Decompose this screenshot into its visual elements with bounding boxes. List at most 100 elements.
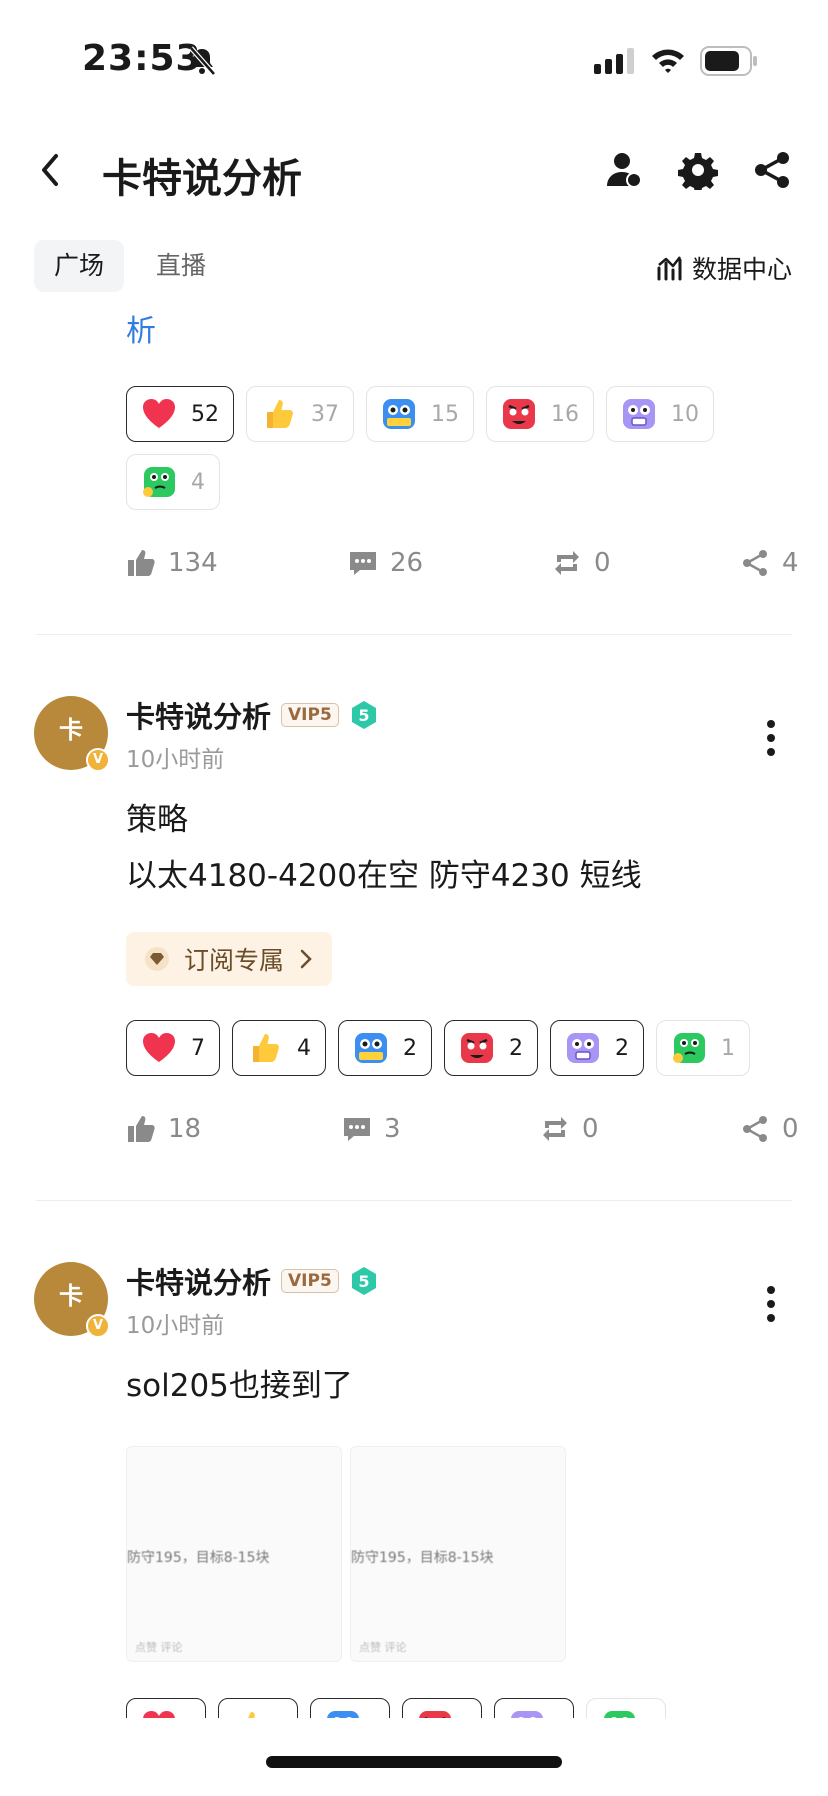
comment-button[interactable]: 26 <box>348 548 423 578</box>
level-badge-icon: 5 <box>351 1267 376 1295</box>
chart-icon <box>657 256 682 281</box>
gear-icon[interactable] <box>678 150 718 190</box>
post-text-link[interactable]: 析 <box>126 306 156 350</box>
more-options-icon[interactable] <box>764 1284 778 1324</box>
green-thinking-emoji-icon <box>141 464 177 500</box>
reaction-chip[interactable] <box>494 1698 574 1720</box>
purple-shock-emoji-icon <box>565 1030 601 1066</box>
post-action-bar: 134 26 0 4 <box>126 548 799 588</box>
reaction-count: 15 <box>431 401 459 427</box>
share-small-icon <box>743 1116 767 1142</box>
feed-tabs: 广场 直播 数据中心 <box>0 240 828 296</box>
subscribe-exclusive-button[interactable]: 订阅专属 <box>126 932 333 986</box>
reaction-chip[interactable]: 37 <box>246 386 354 442</box>
reaction-chip[interactable]: 15 <box>366 386 474 442</box>
back-arrow-icon[interactable] <box>36 150 64 190</box>
post-divider <box>36 1200 792 1201</box>
like-button[interactable]: 134 <box>126 548 218 578</box>
status-bar: 23:53 <box>0 0 828 120</box>
hodl-robot-emoji-icon <box>381 396 417 432</box>
reaction-count: 4 <box>191 469 205 495</box>
heart-icon <box>141 396 177 432</box>
page-title: 卡特说分析 <box>102 156 302 202</box>
cellular-signal-icon <box>594 48 634 74</box>
angry-red-emoji-icon <box>459 1030 495 1066</box>
reaction-chip[interactable]: 52 <box>126 386 234 442</box>
data-center-label: 数据中心 <box>691 255 792 284</box>
post-author[interactable]: 卡特说分析 VIP5 5 <box>126 694 379 736</box>
user-profile-icon[interactable] <box>604 150 644 190</box>
comment-icon <box>344 1118 370 1141</box>
svg-text:5: 5 <box>358 1272 369 1291</box>
reaction-count: 37 <box>311 401 339 427</box>
vip-badge: VIP5 <box>281 703 339 727</box>
post-image[interactable]: 防守195，目标8-15块 点赞 评论 <box>126 1446 342 1662</box>
reaction-chip[interactable] <box>402 1698 482 1720</box>
share-small-icon <box>743 550 767 576</box>
avatar[interactable]: 卡 V <box>34 696 110 772</box>
reaction-chip[interactable]: 7 <box>126 1020 220 1076</box>
post-line: 策略 <box>126 802 188 838</box>
reaction-count: 2 <box>615 1035 629 1061</box>
share-icon[interactable] <box>752 150 792 190</box>
reaction-chip[interactable]: 2 <box>444 1020 538 1076</box>
thumbs-up-icon <box>128 1116 155 1142</box>
post-image-grid: 防守195，目标8-15块 点赞 评论 防守195，目标8-15块 点赞 评论 <box>126 1446 566 1662</box>
reaction-bar: 52 37 15 16 10 4 <box>126 386 746 510</box>
reaction-bar: 7 4 2 2 2 1 <box>126 1020 806 1076</box>
reaction-bar-partial <box>126 1698 806 1720</box>
like-button[interactable]: 18 <box>126 1114 201 1144</box>
tab-square[interactable]: 广场 <box>34 240 125 292</box>
reaction-chip[interactable] <box>126 1698 206 1720</box>
svg-text:5: 5 <box>358 706 369 725</box>
home-indicator[interactable] <box>266 1756 562 1768</box>
reaction-chip[interactable]: 2 <box>550 1020 644 1076</box>
share-post-button[interactable]: 0 <box>740 1114 799 1144</box>
share-post-button[interactable]: 4 <box>740 548 799 578</box>
comment-count: 3 <box>384 1114 401 1144</box>
post-line: sol205也接到了 <box>126 1368 353 1404</box>
reaction-chip[interactable]: 16 <box>486 386 594 442</box>
vip-badge: VIP5 <box>281 1269 339 1293</box>
post-author[interactable]: 卡特说分析 VIP5 5 <box>126 1260 379 1302</box>
reaction-chip[interactable]: 4 <box>126 454 220 510</box>
author-name: 卡特说分析 <box>126 700 272 734</box>
post-body: 策略 以太4180-4200在空 防守4230 短线 <box>126 792 642 904</box>
angry-red-emoji-icon <box>501 396 537 432</box>
reaction-chip[interactable] <box>310 1698 390 1720</box>
avatar[interactable]: 卡 V <box>34 1262 110 1338</box>
subscribe-label: 订阅专属 <box>184 946 285 975</box>
post-timestamp: 10小时前 <box>126 1313 225 1339</box>
share-count: 0 <box>782 1114 799 1144</box>
reaction-count: 10 <box>671 401 699 427</box>
wifi-icon <box>652 49 684 73</box>
top-nav-bar: 卡特说分析 <box>0 130 828 210</box>
reaction-chip[interactable]: 2 <box>338 1020 432 1076</box>
reaction-chip[interactable]: 1 <box>656 1020 750 1076</box>
reaction-count: 4 <box>297 1035 311 1061</box>
repost-button[interactable]: 0 <box>552 548 611 578</box>
post-image[interactable]: 防守195，目标8-15块 点赞 评论 <box>350 1446 566 1662</box>
thumbs-up-icon <box>128 550 155 576</box>
reaction-chip[interactable]: 4 <box>232 1020 326 1076</box>
repost-icon <box>543 1117 567 1141</box>
repost-button[interactable]: 0 <box>540 1114 599 1144</box>
post-line: 以太4180-4200在空 防守4230 短线 <box>126 858 642 894</box>
tab-live[interactable]: 直播 <box>136 240 226 292</box>
comment-button[interactable]: 3 <box>342 1114 401 1144</box>
reaction-chip[interactable] <box>586 1698 666 1720</box>
share-count: 4 <box>782 548 799 578</box>
data-center-link[interactable]: 数据中心 <box>656 250 792 286</box>
thumbs-up-emoji-icon <box>261 396 297 432</box>
reaction-chip[interactable] <box>218 1698 298 1720</box>
thumbs-up-emoji-icon <box>247 1030 283 1066</box>
more-options-icon[interactable] <box>764 718 778 758</box>
repost-count: 0 <box>594 548 611 578</box>
level-badge-icon: 5 <box>351 701 376 729</box>
reaction-chip[interactable]: 10 <box>606 386 714 442</box>
diamond-icon <box>145 947 169 971</box>
comment-icon <box>350 552 376 575</box>
image-footer: 点赞 评论 <box>359 1641 407 1654</box>
like-count: 134 <box>168 548 218 578</box>
avatar-logo: 卡 <box>59 715 83 744</box>
